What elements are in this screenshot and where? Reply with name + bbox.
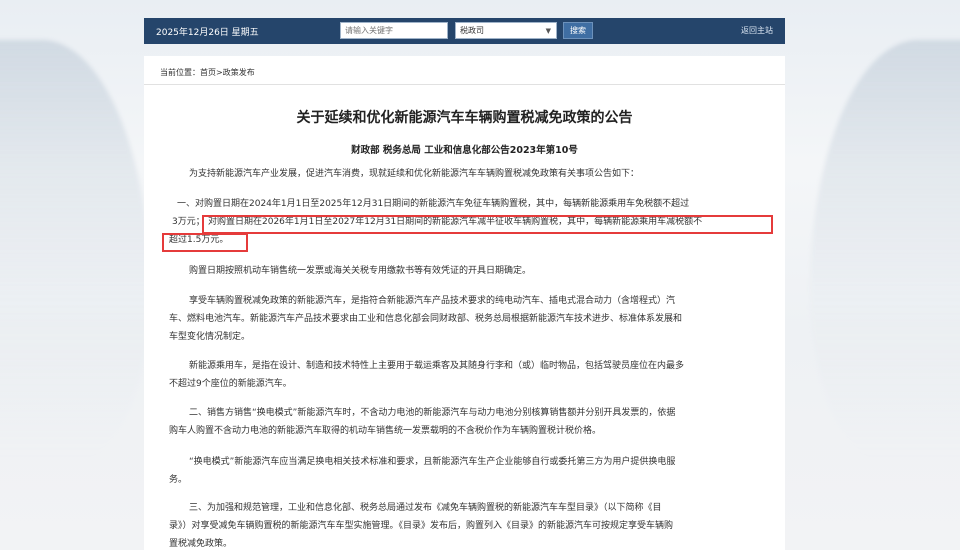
background-decoration-right (810, 40, 960, 460)
article-panel: 当前位置：首页>政策发布 关于延续和优化新能源汽车车辆购置税减免政策的公告 财政… (144, 56, 785, 550)
article-title: 关于延续和优化新能源汽车车辆购置税减免政策的公告 (296, 110, 633, 126)
paragraph-4-line-2: 不超过9个座位的新能源汽车。 (169, 379, 292, 389)
paragraph-3-line-3: 车型变化情况制定。 (169, 332, 251, 342)
chevron-down-icon: ▼ (545, 27, 551, 35)
paragraph-2: 购置日期按照机动车销售统一发票或海关关税专用缴款书等有效凭证的开具日期确定。 (189, 266, 532, 276)
paragraph-4-line-1: 新能源乘用车，是指在设计、制造和技术特性上主要用于载运乘客及其随身行李和（或）临… (189, 361, 685, 371)
breadcrumb-divider (144, 84, 785, 85)
current-date: 2025年12月26日 星期五 (156, 27, 259, 38)
category-select-value: 税政司 (460, 26, 484, 35)
return-home-link[interactable]: 返回主站 (741, 25, 773, 36)
paragraph-7-line-3: 置税减免政策。 (169, 539, 233, 549)
breadcrumb: 当前位置：首页>政策发布 (160, 68, 255, 77)
paragraph-6-line-1: “换电模式”新能源汽车应当满足换电相关技术标准和要求，且新能源汽车生产企业能够自… (189, 457, 676, 467)
paragraph-1-line-2a: 3万元； (172, 217, 205, 227)
paragraph-1-line-1: 一、对购置日期在2024年1月1日至2025年12月31日期间的新能源汽车免征车… (177, 199, 690, 209)
paragraph-1-line-2b: 对购置日期在2026年1月1日至2027年12月31日期间的新能源汽车减半征收车… (208, 217, 703, 227)
paragraph-3-line-1: 享受车辆购置税减免政策的新能源汽车，是指符合新能源汽车产品技术要求的纯电动汽车、… (189, 296, 676, 306)
category-select[interactable]: 税政司 ▼ (455, 22, 557, 39)
paragraph-6-line-2: 务。 (169, 475, 188, 485)
paragraph-7-line-1: 三、为加强和规范管理，工业和信息化部、税务总局通过发布《减免车辆购置税的新能源汽… (189, 503, 662, 513)
article-subtitle: 财政部 税务总局 工业和信息化部公告2023年第10号 (351, 145, 578, 156)
paragraph-5-line-2: 购车人购置不含动力电池的新能源汽车取得的机动车销售统一发票载明的不含税价作为车辆… (169, 426, 602, 436)
search-button[interactable]: 搜索 (563, 22, 593, 39)
background-decoration-left (0, 40, 150, 460)
paragraph-1-line-3: 超过1.5万元。 (169, 235, 229, 245)
paragraph-7-line-2: 录》）对享受减免车辆购置税的新能源汽车车型实施管理。《目录》发布后，购置列入《目… (169, 521, 674, 531)
search-input[interactable] (340, 22, 448, 39)
paragraph-intro: 为支持新能源汽车产业发展，促进汽车消费，现就延续和优化新能源汽车车辆购置税减免政… (189, 169, 640, 179)
paragraph-5-line-1: 二、销售方销售“换电模式”新能源汽车时，不含动力电池的新能源汽车与动力电池分别核… (189, 408, 676, 418)
paragraph-3-line-2: 车、燃料电池汽车。新能源汽车产品技术要求由工业和信息化部会同财政部、税务总局根据… (169, 314, 683, 324)
top-bar: 2025年12月26日 星期五 税政司 ▼ 搜索 返回主站 (144, 18, 785, 44)
